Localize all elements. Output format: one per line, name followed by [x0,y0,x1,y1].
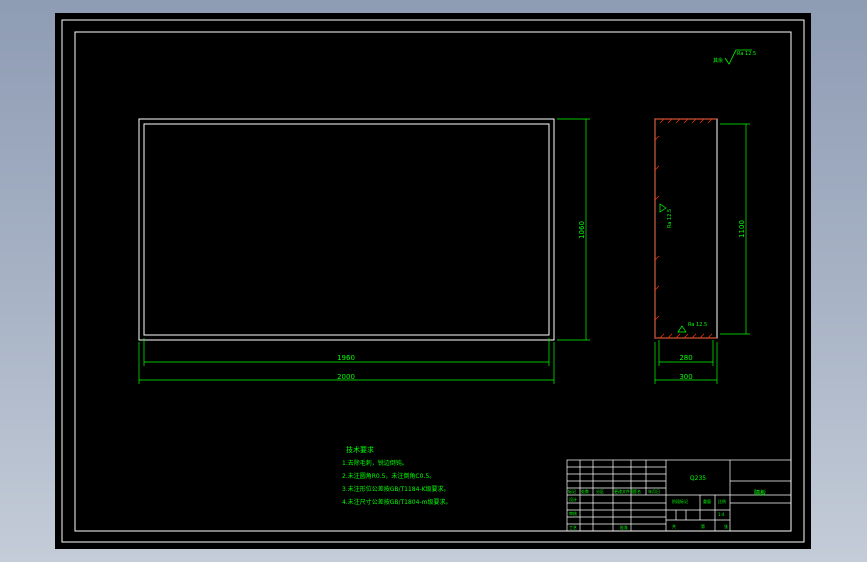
tech-requirement-4: 4.未注尺寸公差按GB/T1804-m级要求。 [342,498,451,506]
tech-requirement-2: 2.未注圆角R0.5，未注倒角C0.5。 [342,472,435,480]
title-block-stage-label: 阶段标记 [672,498,688,504]
general-roughness-value: Ra 12.5 [737,51,756,57]
side-view-inner-width-dimension: 280 [679,354,692,362]
title-block-sheet-index: 第 [701,523,705,529]
front-view-height-dimension: 1060 [578,221,586,239]
general-roughness-prefix: 其余 [713,57,723,64]
front-view-inner-width-dimension: 1960 [337,354,355,362]
side-view-roughness-bottom: Ra 12.5 [688,322,707,328]
title-block-weight-label: 重量 [703,498,711,504]
title-block-label-mark: 标记 [568,488,576,494]
side-view-outer-width-dimension: 300 [679,373,692,381]
title-block-label-zone: 分区 [596,488,604,494]
title-block-part-name: 隔板 [754,489,766,497]
tech-requirements-title: 技术要求 [346,445,374,454]
title-block-scale-value: 1:4 [718,512,725,517]
title-block-sheet-unit: 张 [724,523,728,529]
tech-requirement-1: 1.去除毛刺，锐边倒钝。 [342,459,408,467]
tech-requirement-3: 3.未注形位公差按GB/T1184-K级要求。 [342,485,450,493]
side-view-height-dimension: 1100 [738,220,746,238]
title-block-row-approve: 批准 [620,524,628,530]
title-block-row-process: 工艺 [569,525,577,530]
title-block-material: Q235 [690,475,706,482]
cad-drawing: 其余 Ra 12.5 1060 1960 2000 1100 280 300 R… [55,13,811,549]
title-block-label-change-doc: 更改文件号 [614,488,634,494]
title-block-row-design: 设计 [569,496,577,502]
title-block-scale-label: 比例 [718,498,726,504]
title-block-sheet-total: 共 [672,523,676,529]
front-view-outer-width-dimension: 2000 [337,373,355,381]
title-block-label-date: 年月日 [648,488,660,494]
title-block-label-count: 处数 [581,488,589,494]
drawing-canvas [55,13,811,549]
title-block-label-signature: 签名 [633,488,641,494]
side-view-roughness-mid: Ra 12.5 [667,209,673,228]
title-block-row-review: 审核 [569,510,577,516]
